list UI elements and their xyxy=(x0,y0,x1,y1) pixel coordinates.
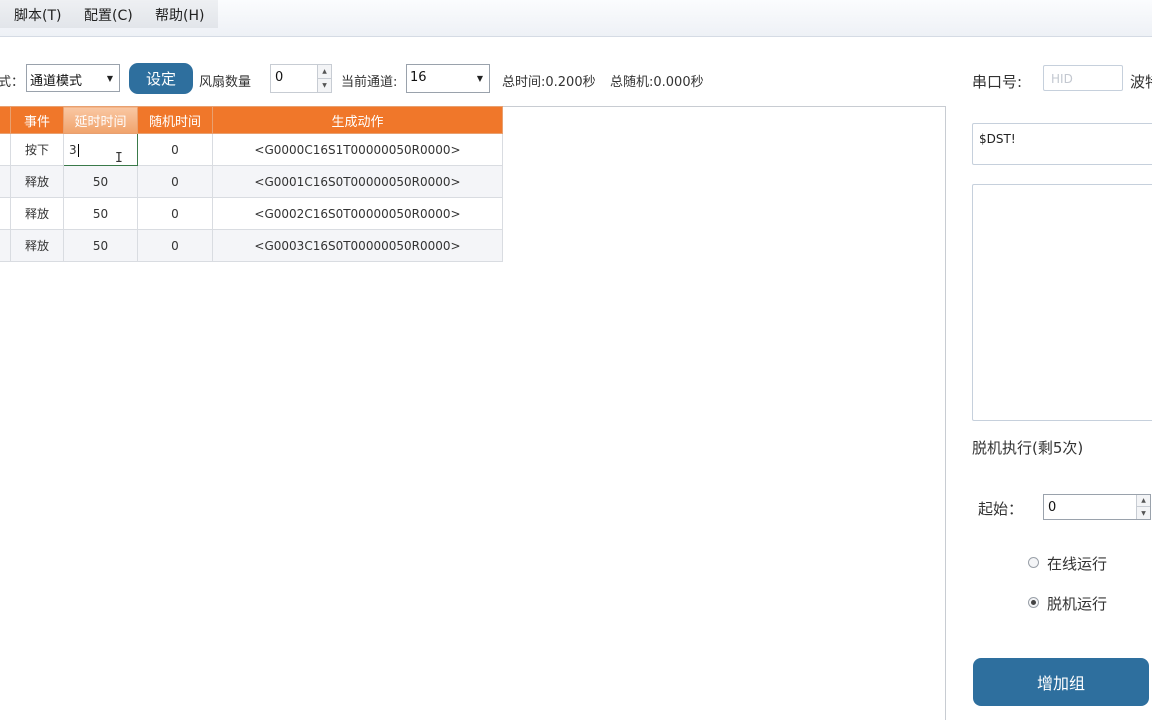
delay-cell[interactable]: 50 xyxy=(63,197,138,230)
stepper-up-icon[interactable]: ▲ xyxy=(318,65,331,79)
event-cell[interactable]: 释放 xyxy=(10,165,64,198)
chevron-down-icon: ▼ xyxy=(106,73,114,83)
menu-bar: 脚本(T) 配置(C) 帮助(H) xyxy=(0,0,1152,37)
random-cell[interactable]: 0 xyxy=(137,133,213,166)
random-cell[interactable]: 0 xyxy=(137,165,213,198)
delay-cell-editing[interactable]: 3 xyxy=(63,133,138,166)
command-input[interactable]: $DST! xyxy=(972,123,1152,165)
row-header-cell[interactable] xyxy=(0,133,11,166)
delay-cell[interactable]: 50 xyxy=(63,229,138,262)
serial-port-input[interactable]: HID xyxy=(1043,65,1123,91)
stepper-buttons: ▲ ▼ xyxy=(317,65,331,92)
fan-count-stepper[interactable]: 0 ▲ ▼ xyxy=(270,64,332,93)
table-row[interactable]: 按下 3 0 <G0000C16S1T00000050R0000> xyxy=(0,133,503,166)
action-cell[interactable]: <G0000C16S1T00000050R0000> xyxy=(212,133,503,166)
table-header-row: 事件 延时时间 随机时间 生成动作 xyxy=(0,106,503,134)
chevron-down-icon: ▼ xyxy=(476,74,484,83)
delay-cell-input[interactable]: 3 xyxy=(64,143,77,157)
event-cell[interactable]: 释放 xyxy=(10,229,64,262)
serial-port-placeholder: HID xyxy=(1051,72,1073,86)
action-cell[interactable]: <G0001C16S0T00000050R0000> xyxy=(212,165,503,198)
text-caret xyxy=(77,143,79,157)
action-cell[interactable]: <G0002C16S0T00000050R0000> xyxy=(212,197,503,230)
add-group-button[interactable]: 增加组 xyxy=(973,658,1149,706)
table-row[interactable]: 释放 50 0 <G0002C16S0T00000050R0000> xyxy=(0,197,503,230)
row-header-cell[interactable] xyxy=(0,229,11,262)
row-header-column xyxy=(0,106,11,134)
set-button[interactable]: 设定 xyxy=(129,63,193,94)
script-table: 事件 延时时间 随机时间 生成动作 按下 3 0 <G0000C16S1T000… xyxy=(0,106,503,262)
column-header-action[interactable]: 生成动作 xyxy=(212,106,503,134)
radio-online[interactable] xyxy=(1028,557,1039,568)
mode-label: 式： xyxy=(0,75,25,90)
total-random-text: 总随机:0.000秒 xyxy=(610,75,704,90)
fan-count-value: 0 xyxy=(275,70,284,85)
mode-select[interactable]: 通道模式 ▼ xyxy=(26,64,120,92)
text-cursor-icon: I xyxy=(115,151,123,166)
start-value: 0 xyxy=(1048,500,1057,515)
current-channel-label: 当前通道: xyxy=(341,75,398,90)
output-textarea[interactable] xyxy=(972,184,1152,421)
start-label: 起始： xyxy=(978,500,1024,518)
command-text: $DST! xyxy=(979,132,1016,146)
channel-select[interactable]: 16 ▼ xyxy=(406,64,490,93)
table-row[interactable]: 释放 50 0 <G0001C16S0T00000050R0000> xyxy=(0,165,503,198)
random-cell[interactable]: 0 xyxy=(137,229,213,262)
stepper-down-icon[interactable]: ▼ xyxy=(318,78,331,92)
row-header-cell[interactable] xyxy=(0,165,11,198)
event-cell[interactable]: 释放 xyxy=(10,197,64,230)
mode-select-value: 通道模式 xyxy=(30,74,83,89)
menu-script[interactable]: 脚本(T) xyxy=(14,5,61,25)
channel-select-value: 16 xyxy=(410,70,427,85)
start-stepper[interactable]: 0 ▲ ▼ xyxy=(1043,494,1151,520)
table-row[interactable]: 释放 50 0 <G0003C16S0T00000050R0000> xyxy=(0,229,503,262)
event-cell[interactable]: 按下 xyxy=(10,133,64,166)
random-cell[interactable]: 0 xyxy=(137,197,213,230)
menu-help[interactable]: 帮助(H) xyxy=(155,5,204,25)
column-header-delay[interactable]: 延时时间 xyxy=(63,106,138,134)
offline-exec-label: 脱机执行(剩5次) xyxy=(972,439,1084,457)
radio-offline[interactable] xyxy=(1028,597,1039,608)
stepper-up-icon[interactable]: ▲ xyxy=(1137,495,1150,507)
action-cell[interactable]: <G0003C16S0T00000050R0000> xyxy=(212,229,503,262)
stepper-buttons: ▲ ▼ xyxy=(1136,495,1150,519)
menu-config[interactable]: 配置(C) xyxy=(84,5,133,25)
total-time-text: 总时间:0.200秒 xyxy=(502,75,596,90)
row-header-cell[interactable] xyxy=(0,197,11,230)
stepper-down-icon[interactable]: ▼ xyxy=(1137,507,1150,519)
column-header-random[interactable]: 随机时间 xyxy=(137,106,213,134)
column-header-event[interactable]: 事件 xyxy=(10,106,64,134)
radio-online-label[interactable]: 在线运行 xyxy=(1047,553,1107,574)
delay-cell[interactable]: 50 xyxy=(63,165,138,198)
serial-port-label: 串口号: xyxy=(972,73,1023,91)
fan-count-label: 风扇数量 xyxy=(199,75,252,90)
radio-offline-label[interactable]: 脱机运行 xyxy=(1047,593,1107,614)
baud-label: 波特 xyxy=(1130,73,1152,91)
